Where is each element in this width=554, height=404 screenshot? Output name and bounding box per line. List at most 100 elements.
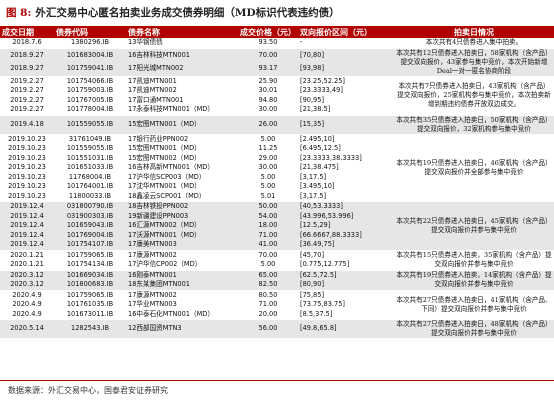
cell-auction-note: 本次共有12只债券进入拍卖日，58家机构（含产品）提交双向报价，43家参与集中竞… bbox=[394, 47, 554, 76]
cell-range: [75,85] bbox=[298, 289, 394, 300]
table-row: 2020.5.14 1282543.IB 12西部国资MTN3 56.00 [49.8,… bbox=[0, 319, 554, 338]
cell-range: [3,17.5] bbox=[300, 172, 327, 181]
cell-price: 30.00 bbox=[258, 105, 278, 113]
cell-auction-note: 本次共有7只债券进入拍卖日，43家机构（含产品）提交双向报价，25家机构参与集中… bbox=[394, 75, 554, 115]
cell-range: [21,38.475] bbox=[300, 163, 339, 171]
cell-price: 80.50 bbox=[238, 289, 298, 300]
cell-range: [80,90] bbox=[298, 280, 394, 290]
cell-price: 25.90 bbox=[238, 75, 298, 86]
table-row: 2020.1.21 101759065.IB 17康源MTN002 70.00 [45,… bbox=[0, 249, 554, 270]
cell-date: 2019.12.4 bbox=[0, 230, 54, 240]
cell-auction-note: 本次共有19只债券进入拍卖，14家机构（含产品）提交双向报价并参与集中竞价 bbox=[394, 269, 554, 290]
cell-price: 20.00 bbox=[258, 309, 278, 318]
cell-price: 93.17 bbox=[238, 62, 298, 76]
cell-name: 17凯迪MTN002 bbox=[128, 86, 177, 94]
cell-price: 70.00 bbox=[238, 47, 298, 62]
cell-code: 101800683.IB bbox=[54, 280, 126, 290]
cell-date: 2018.9.27 bbox=[0, 47, 54, 62]
cell-price: 93.50 bbox=[258, 38, 278, 46]
cell-name: 17沪华信SCP003（MD） bbox=[128, 172, 206, 181]
cell-name: 13华钢债债 bbox=[128, 38, 163, 46]
table-row: 2020.4.9 101759065.IB 17康源MTN002 80.50 [75,8… bbox=[0, 289, 554, 320]
bottom-rule bbox=[0, 380, 554, 381]
cell-date: 2019.12.4 bbox=[0, 211, 54, 221]
cell-name: 17康源MTN002 bbox=[126, 289, 238, 300]
cell-price: 29.00 bbox=[258, 153, 278, 162]
cell-code: 101767005.IB bbox=[66, 95, 114, 104]
cell-code: 101673011.IB bbox=[66, 309, 114, 318]
cell-date: 2020.4.9 bbox=[12, 309, 42, 318]
cell-code: 31761049.IB bbox=[54, 133, 126, 144]
cell-date: 2019.2.27 bbox=[10, 95, 44, 104]
cell-code: 101651033.IB bbox=[66, 163, 114, 171]
cell-price: 82.50 bbox=[238, 280, 298, 290]
cell-name: 15宏图MTN001（MD） bbox=[128, 144, 201, 152]
header-auction-note: 拍卖日情况 bbox=[394, 27, 554, 38]
auction-table: 成交日期 债券代码 债券名称 成交价格（元） 双向报价区间（元） 拍卖日情况 2… bbox=[0, 27, 554, 338]
cell-price: 5.00 bbox=[260, 260, 276, 268]
cell-code: 1282543.IB bbox=[54, 319, 126, 338]
cell-price: 5.00 bbox=[260, 182, 276, 190]
cell-date: 2019.2.27 bbox=[10, 86, 44, 94]
cell-date: 2019.12.4 bbox=[0, 221, 54, 231]
cell-name: 17银行药业PPN002 bbox=[126, 133, 238, 144]
cell-date: 2019.12.4 bbox=[0, 201, 54, 212]
cell-date: 2019.4.18 bbox=[0, 114, 54, 134]
table-row: 2019.4.18 101559055.IB 15宏图MTN001（MD） 26.00… bbox=[0, 114, 554, 134]
cell-range: [45,70] bbox=[298, 249, 394, 260]
cell-price: 50.00 bbox=[238, 201, 298, 212]
cell-date: 2020.4.9 bbox=[12, 300, 42, 308]
cell-date: 2020.5.14 bbox=[0, 319, 54, 338]
cell-range: [62.5,72.5] bbox=[298, 269, 394, 280]
cell-range: [3,17.5] bbox=[300, 191, 327, 200]
cell-price: 5.01 bbox=[260, 191, 276, 200]
cell-date: 2019.12.4 bbox=[0, 240, 54, 250]
cell-code: 101759003.IB bbox=[66, 86, 114, 94]
cell-date: 2018.9.27 bbox=[0, 62, 54, 76]
cell-name: 16吉林科技MTN001 bbox=[126, 47, 238, 62]
cell-auction-note: 本次共有4只债券进入集中拍卖。 bbox=[425, 38, 523, 47]
cell-name: 19新疆建设PPN003 bbox=[126, 211, 238, 221]
cell-code: 101559055.IB bbox=[54, 114, 126, 134]
cell-date: 2019.2.27 bbox=[10, 105, 44, 113]
cell-date: 2019.10.23 bbox=[8, 153, 46, 162]
cell-range: [66.6667,88.3333] bbox=[298, 230, 394, 240]
cell-code: 101769004.IB bbox=[54, 230, 126, 240]
cell-range: [23.3333,49] bbox=[300, 86, 343, 94]
cell-date: 2020.4.9 bbox=[0, 289, 54, 300]
cell-name: 17永泰科技MTN001（MD） bbox=[128, 105, 214, 113]
cell-range: [8.5,37.5] bbox=[300, 309, 333, 318]
cell-range: [6.495,12.5] bbox=[300, 144, 341, 152]
cell-date: 2019.10.23 bbox=[8, 144, 46, 152]
cell-auction-note: 本次共有35只债券进入拍卖日，50家机构（含产品）提交双向报价，32家机构参与集… bbox=[394, 114, 554, 134]
cell-code: 101559055.IB bbox=[66, 144, 114, 152]
cell-range: [3.495,10] bbox=[300, 182, 335, 190]
cell-range: [40,53.3333] bbox=[298, 201, 394, 212]
cell-range: [12.5,29] bbox=[298, 221, 394, 231]
cell-code: 101759065.IB bbox=[54, 249, 126, 260]
cell-range: [0.775,12.775] bbox=[300, 260, 350, 268]
cell-date: 2019.2.27 bbox=[0, 75, 54, 86]
table-row: 2019.12.4 031800790.IB 18吉林铁投PPN002 50.00 [4… bbox=[0, 201, 554, 250]
cell-name: 15宏图MTN001（MD） bbox=[126, 114, 238, 134]
cell-code: 101764001.IB bbox=[66, 182, 114, 190]
table-row: 2019.2.27 101754066.IB 17凯迪MTN001 25.90 [23.… bbox=[0, 75, 554, 115]
cell-name: 16中泰石化MTN001（MD） bbox=[128, 309, 214, 318]
cell-name: 17康源MTN002 bbox=[126, 249, 238, 260]
cell-price: 71.00 bbox=[238, 230, 298, 240]
cell-range: [73.75,83.75] bbox=[300, 300, 345, 308]
cell-name: 17沪华信CP002（MD） bbox=[128, 260, 202, 268]
cell-price: 94.80 bbox=[258, 95, 278, 104]
cell-name: 18吉林铁投PPN002 bbox=[126, 201, 238, 212]
cell-code: 101683004.IB bbox=[54, 47, 126, 62]
cell-code: 101754066.IB bbox=[54, 75, 126, 86]
cell-name: 12西部国资MTN3 bbox=[126, 319, 238, 338]
cell-auction-note: 本次共有27只债券进入拍卖日，41家机构（含产品、下同）提交双向报价并参与集中竞… bbox=[394, 289, 554, 320]
cell-price: 56.00 bbox=[238, 319, 298, 338]
cell-range: [21,38.5] bbox=[300, 105, 331, 113]
table-body: 2018.7.6 1380296.IB 13华钢债债 93.50 - 本次共有4只债券进入… bbox=[0, 38, 554, 338]
cell-range: [2.495,10] bbox=[298, 133, 394, 144]
cell-price: 18.00 bbox=[238, 221, 298, 231]
table-row: 2019.10.23 31761049.IB 17银行药业PPN002 5.00 [2.… bbox=[0, 133, 554, 202]
cell-code: 11800033.IB bbox=[68, 191, 112, 200]
